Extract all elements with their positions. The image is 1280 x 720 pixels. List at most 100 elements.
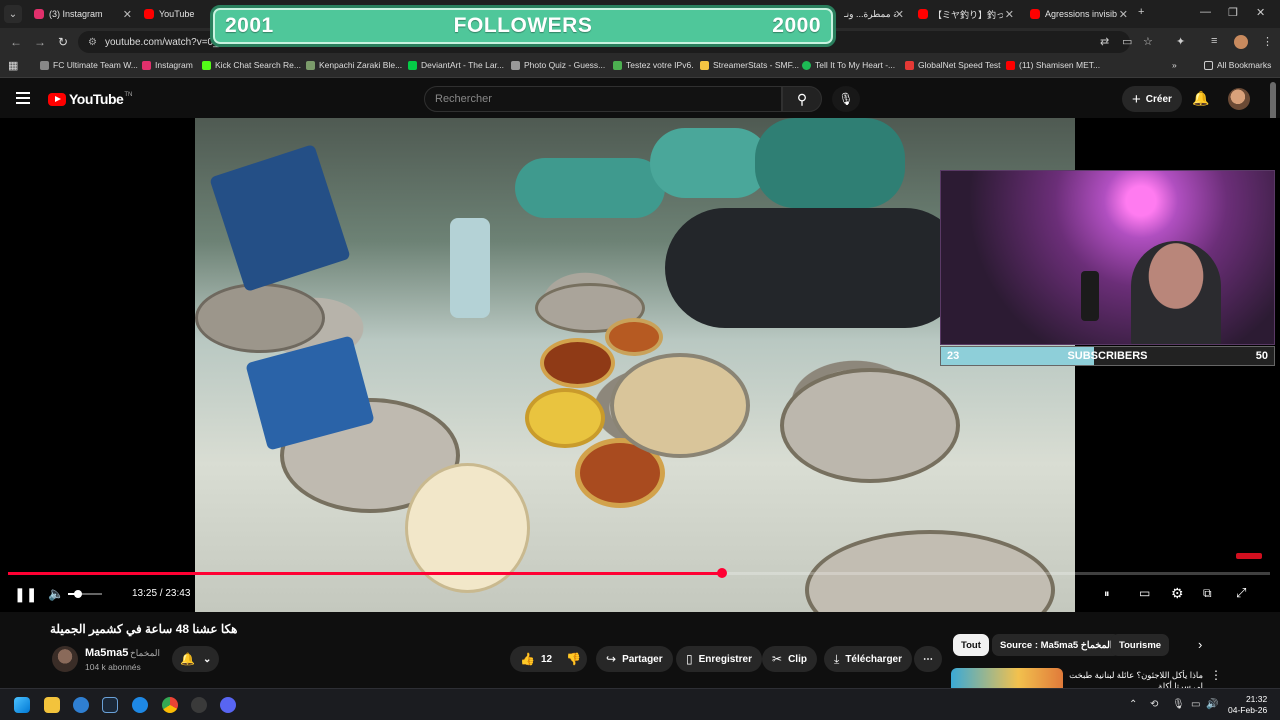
like-button[interactable]: 👍 12 👎 bbox=[510, 646, 588, 672]
bookmark-item[interactable]: Tell It To My Heart -... bbox=[802, 60, 895, 70]
followers-count: 2001 bbox=[225, 14, 274, 37]
account-avatar[interactable] bbox=[1228, 88, 1250, 110]
bookmark-item[interactable]: Testez votre IPv6. bbox=[613, 60, 694, 70]
extensions-icon[interactable]: ✦ bbox=[1176, 35, 1185, 48]
bookmark-item[interactable]: Kenpachi Zaraki Ble... bbox=[306, 60, 402, 70]
channel-name[interactable]: Ma5ma5 bbox=[85, 647, 128, 659]
new-tab-icon[interactable]: + bbox=[1138, 6, 1144, 18]
video-progress-bar[interactable] bbox=[8, 568, 1270, 578]
youtube-logo[interactable]: YouTube TN bbox=[48, 91, 132, 107]
bookmark-star-icon[interactable]: ☆ bbox=[1143, 35, 1153, 48]
menu-dots-icon[interactable]: ⋮ bbox=[1262, 35, 1273, 48]
microphone-tray-icon[interactable]: 🎙 bbox=[1172, 699, 1185, 710]
bookmark-item[interactable]: StreamerStats - SMF... bbox=[700, 60, 799, 70]
apps-grid-icon[interactable]: ▦ bbox=[8, 59, 18, 72]
chevron-right-icon[interactable]: › bbox=[1198, 637, 1202, 652]
search-input[interactable] bbox=[435, 93, 765, 105]
tab-title: Agressions invisib bbox=[1045, 9, 1118, 19]
subtitles-icon[interactable]: ▭ bbox=[1139, 586, 1150, 600]
chip-source[interactable]: Source : Ma5ma5 المخماخ bbox=[992, 634, 1121, 656]
followers-goal: 2000 bbox=[772, 14, 821, 37]
thumbs-down-icon[interactable]: 👎 bbox=[566, 652, 581, 666]
tray-chevron-icon[interactable]: ⌃ bbox=[1129, 699, 1137, 710]
notification-settings-button[interactable]: 🔔 ⌄ bbox=[172, 646, 220, 672]
edge-icon[interactable] bbox=[132, 697, 148, 713]
bookmark-label: Kick Chat Search Re... bbox=[215, 60, 301, 70]
tab-instagram[interactable]: (3) Instagram ✕ bbox=[28, 2, 136, 26]
bookmark-item[interactable]: Instagram bbox=[142, 60, 193, 70]
subscribe-watermark[interactable] bbox=[1236, 553, 1262, 559]
reload-icon[interactable]: ↻ bbox=[58, 35, 68, 49]
system-clock[interactable]: 21:32 04-Feb-26 bbox=[1228, 694, 1267, 716]
tab-title: YouTube bbox=[159, 9, 195, 19]
thumbs-up-icon: 👍 bbox=[520, 652, 535, 666]
notifications-bell-icon[interactable]: 🔔 bbox=[1192, 90, 1209, 107]
tab-search-icon[interactable]: ⌄ bbox=[4, 5, 22, 23]
bookmark-item[interactable]: Kick Chat Search Re... bbox=[202, 60, 301, 70]
chrome-icon[interactable] bbox=[162, 697, 178, 713]
volume-tray-icon[interactable]: 🔊 bbox=[1206, 699, 1218, 710]
tab-video-agressions[interactable]: Agressions invisib ✕ bbox=[1024, 2, 1132, 26]
autoplay-toggle-icon[interactable]: ⏸ bbox=[1104, 588, 1110, 601]
menu-icon[interactable] bbox=[16, 92, 30, 104]
more-vert-icon[interactable]: ⋮ bbox=[1210, 668, 1222, 682]
more-actions-button[interactable]: ⋯ bbox=[914, 646, 942, 672]
file-explorer-icon[interactable] bbox=[44, 697, 60, 713]
site-info-icon[interactable]: ⚙ bbox=[88, 37, 97, 48]
windows-taskbar: ⌃ ⟲ 🎙 ▭ 🔊 21:32 04-Feb-26 bbox=[0, 688, 1280, 720]
search-button[interactable]: ⚲ bbox=[782, 86, 822, 112]
download-button[interactable]: ⤓ Télécharger bbox=[824, 646, 913, 672]
channel-avatar[interactable] bbox=[52, 646, 78, 672]
back-icon[interactable]: ← bbox=[10, 35, 22, 49]
chip-tourism[interactable]: Tourisme bbox=[1111, 634, 1170, 656]
video-player[interactable]: 23 SUBSCRIBERS 50 bbox=[0, 118, 1280, 612]
tab-video-japanese[interactable]: 【ミヤ釣り】釣った… ✕ bbox=[912, 2, 1018, 26]
plate bbox=[780, 368, 960, 483]
pause-icon[interactable]: ❚❚ bbox=[14, 586, 37, 603]
obs-icon[interactable] bbox=[191, 697, 207, 713]
discord-icon[interactable] bbox=[220, 697, 236, 713]
create-button[interactable]: + Créer bbox=[1122, 86, 1182, 112]
settings-gear-icon[interactable]: ⚙ bbox=[1171, 585, 1184, 602]
bookmark-item[interactable]: GlobalNet Speed Test bbox=[905, 60, 1001, 70]
close-icon[interactable]: ✕ bbox=[1119, 8, 1128, 21]
close-icon[interactable]: ✕ bbox=[895, 8, 904, 21]
youtube-icon bbox=[1006, 60, 1015, 70]
bookmark-item[interactable]: Photo Quiz - Guess... bbox=[511, 60, 605, 70]
reading-list-icon[interactable]: ≡ bbox=[1211, 35, 1217, 47]
volume-slider[interactable] bbox=[68, 590, 102, 598]
share-button[interactable]: ↪ Partager bbox=[596, 646, 673, 672]
bookmark-item[interactable]: FC Ultimate Team W... bbox=[40, 60, 138, 70]
windows-start-icon[interactable] bbox=[14, 697, 30, 713]
volume-icon[interactable]: 🔈 bbox=[48, 586, 64, 602]
chip-all[interactable]: Tout bbox=[953, 634, 989, 656]
minimize-icon[interactable]: — bbox=[1200, 6, 1211, 18]
voice-search-button[interactable]: 🎙 bbox=[832, 86, 860, 112]
progress-played bbox=[8, 572, 723, 575]
channel-name-arabic[interactable]: المخماخ bbox=[130, 648, 160, 659]
recommendation-title[interactable]: ماذا يأكل اللاجئون؟ عائلة لبنانية طبخت ل… bbox=[1068, 670, 1203, 688]
tray-app-icon[interactable]: ⟲ bbox=[1150, 699, 1158, 710]
bookmark-item[interactable]: (11) Shamisen MET... bbox=[1006, 60, 1100, 70]
all-bookmarks-button[interactable]: All Bookmarks bbox=[1204, 60, 1271, 70]
bookmark-favicon-icon bbox=[40, 60, 49, 70]
profile-avatar[interactable] bbox=[1234, 35, 1248, 49]
tab-video-arabic[interactable]: ليلة ممطرة... ونـ ✕ bbox=[838, 2, 908, 26]
bookmark-item[interactable]: DeviantArt - The Lar... bbox=[408, 60, 504, 70]
save-button[interactable]: ▯ Enregistrer bbox=[676, 646, 762, 672]
close-icon[interactable]: ✕ bbox=[1005, 8, 1014, 21]
fullscreen-icon[interactable]: ⤢ bbox=[1236, 585, 1246, 601]
close-icon[interactable]: ✕ bbox=[123, 8, 132, 21]
forward-icon[interactable]: → bbox=[34, 35, 46, 49]
cast-icon[interactable]: ▭ bbox=[1122, 35, 1132, 48]
mail-icon[interactable] bbox=[73, 697, 89, 713]
translate-icon[interactable]: ⇄ bbox=[1100, 35, 1109, 48]
steam-icon[interactable] bbox=[102, 697, 118, 713]
miniplayer-icon[interactable]: ⧉ bbox=[1203, 586, 1212, 601]
restore-icon[interactable]: ❐ bbox=[1228, 6, 1238, 19]
network-icon[interactable]: ▭ bbox=[1191, 699, 1200, 710]
chevron-right-icon[interactable]: » bbox=[1172, 60, 1177, 70]
close-window-icon[interactable]: ✕ bbox=[1256, 6, 1265, 19]
tab-youtube[interactable]: YouTube bbox=[138, 2, 208, 26]
clip-button[interactable]: ✂ Clip bbox=[762, 646, 817, 672]
